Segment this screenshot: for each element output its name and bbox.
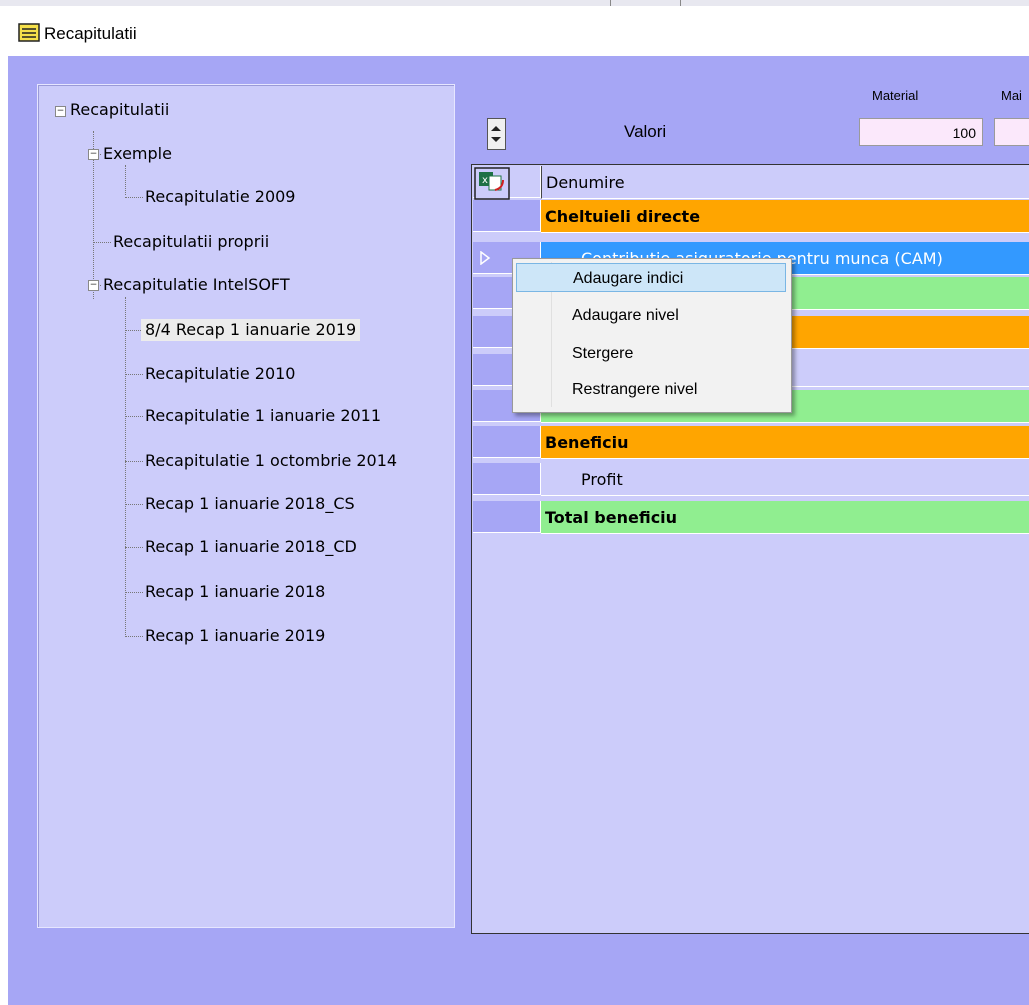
tree-node-root[interactable]: Recapitulatii	[70, 99, 169, 121]
row-header[interactable]	[473, 463, 541, 495]
table-row[interactable]: Total beneficiu	[473, 501, 1029, 534]
tree-node-recap-2018-cs[interactable]: Recap 1 ianuarie 2018_CS	[145, 493, 355, 515]
menu-item-adaugare-indici[interactable]: Adaugare indici	[516, 263, 786, 292]
collapse-icon[interactable]: −	[55, 106, 66, 117]
tree-connector	[125, 636, 143, 637]
arrow-up-icon[interactable]	[491, 126, 501, 131]
row-header[interactable]	[473, 501, 541, 533]
tree-connector	[125, 504, 143, 505]
tree-connector	[125, 461, 143, 462]
tree-node-recap-8-4[interactable]: 8/4 Recap 1 ianuarie 2019	[141, 319, 361, 341]
tree-connector	[125, 374, 143, 375]
context-menu[interactable]: Adaugare indici Adaugare nivel Stergere …	[512, 258, 792, 413]
arrow-down-icon[interactable]	[491, 137, 501, 142]
tree-node-intelsoft[interactable]: Recapitulatie IntelSOFT	[103, 274, 290, 296]
tree-node-recap-2014[interactable]: Recapitulatie 1 octombrie 2014	[145, 450, 397, 472]
table-row[interactable]: Beneficiu	[473, 426, 1029, 459]
tree-connector	[93, 242, 111, 243]
tree-node-recap-2009[interactable]: Recapitulatie 2009	[145, 186, 295, 208]
tree-node-recap-2018-cd[interactable]: Recap 1 ianuarie 2018_CD	[145, 536, 357, 558]
excel-export-icon[interactable]: x	[473, 166, 511, 201]
svg-text:x: x	[482, 175, 488, 186]
material-value-field[interactable]: 100	[859, 118, 983, 146]
tree-node-recap-2018[interactable]: Recap 1 ianuarie 2018	[145, 581, 325, 603]
table-row[interactable]: Profit	[473, 463, 1029, 496]
column-label-second: Mai	[1001, 88, 1022, 103]
collapse-icon[interactable]: −	[88, 280, 99, 291]
grid-header-row: Denumire	[473, 166, 1029, 199]
tree-connector	[125, 416, 143, 417]
valori-label: Valori	[624, 122, 667, 141]
window-title-bar: Recapitulatii	[0, 14, 1029, 56]
tree-guide	[125, 165, 126, 195]
tree-node-recap-2011[interactable]: Recapitulatie 1 ianuarie 2011	[145, 405, 381, 427]
tree-node-exemple[interactable]: Exemple	[103, 143, 172, 165]
menu-item-adaugare-nivel[interactable]: Adaugare nivel	[516, 301, 786, 330]
table-row[interactable]: Cheltuieli directe	[473, 200, 1029, 233]
tree-connector	[125, 330, 141, 331]
column-label-material: Material	[872, 88, 919, 103]
tree-node-recap-2019[interactable]: Recap 1 ianuarie 2019	[145, 625, 325, 647]
menu-item-restrangere-nivel[interactable]: Restrangere nivel	[516, 375, 786, 404]
strip-segment	[610, 0, 681, 6]
strip-segment	[270, 0, 611, 6]
tree-view[interactable]: − − − Recapitulatii Exemple Recapitulati…	[37, 84, 455, 928]
spin-button[interactable]	[487, 118, 506, 150]
tree-connector	[125, 547, 143, 548]
tree-node-recap-2010[interactable]: Recapitulatie 2010	[145, 363, 295, 385]
collapse-icon[interactable]: −	[88, 149, 99, 160]
second-value-field[interactable]	[994, 118, 1029, 146]
row-header[interactable]	[473, 426, 541, 458]
window-title: Recapitulatii	[44, 24, 137, 43]
receipt-icon	[18, 23, 40, 43]
tree-guide	[125, 297, 126, 637]
top-strip	[0, 0, 1029, 6]
menu-item-stergere[interactable]: Stergere	[516, 339, 786, 368]
tree-connector	[125, 592, 143, 593]
tree-connector	[125, 197, 143, 198]
row-indicator-icon	[480, 251, 491, 265]
row-header[interactable]	[473, 200, 541, 232]
column-header-denumire[interactable]: Denumire	[541, 166, 1029, 199]
tree-node-recap-proprii[interactable]: Recapitulatii proprii	[113, 231, 269, 253]
